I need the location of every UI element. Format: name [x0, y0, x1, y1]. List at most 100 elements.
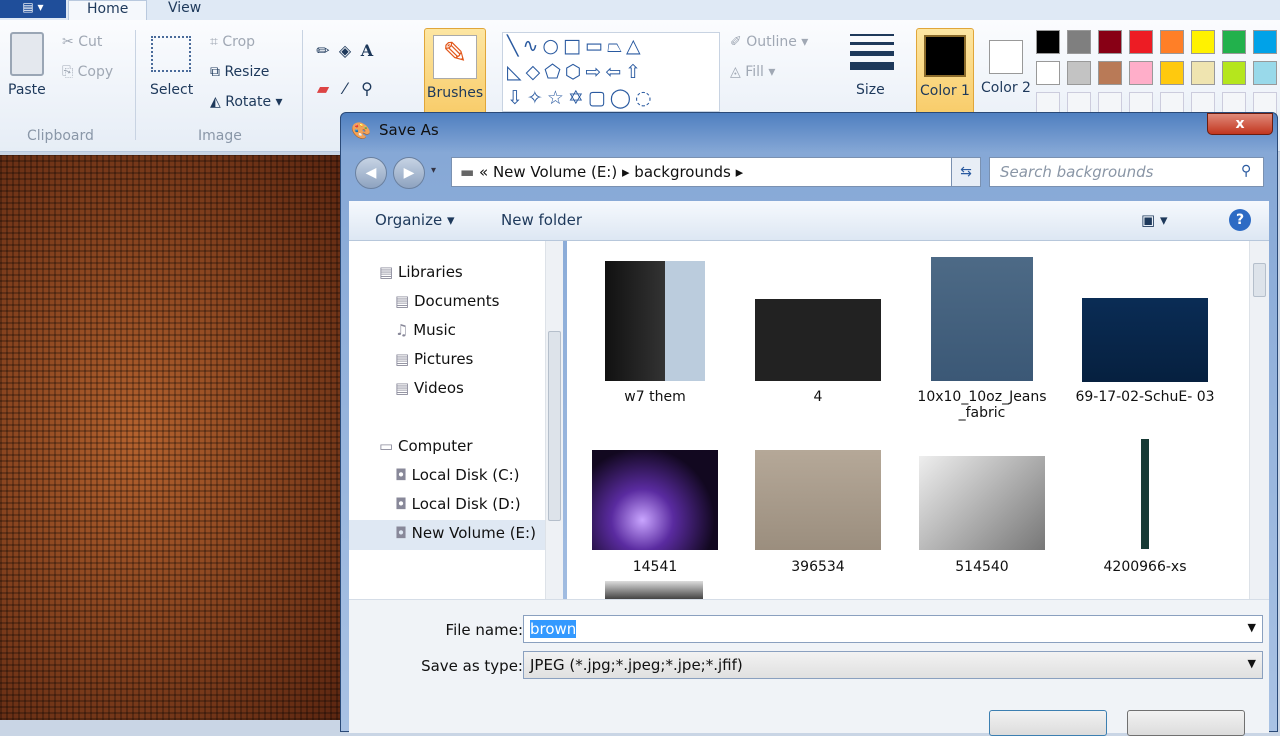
palette-color-swatch[interactable]	[1129, 61, 1153, 85]
rotate-button[interactable]: ◭ Rotate ▾	[210, 94, 283, 110]
image-thumbnail[interactable]	[755, 299, 881, 381]
close-button[interactable]: x	[1207, 113, 1273, 135]
nav-scrollbar[interactable]	[545, 241, 563, 599]
image-thumbnail[interactable]	[592, 450, 718, 550]
save-button[interactable]	[989, 710, 1107, 736]
cut-button[interactable]: ✂ Cut	[62, 34, 102, 50]
file-list-scrollbar[interactable]	[1249, 241, 1269, 599]
tab-home[interactable]: Home	[68, 0, 148, 20]
file-name-label[interactable]: 10x10_10oz_Jeans _fabric	[907, 389, 1057, 421]
select-icon	[151, 36, 191, 72]
nav-computer[interactable]: ▭ Computer	[379, 437, 473, 455]
nav-music[interactable]: ♫ Music	[395, 321, 456, 339]
image-thumbnail[interactable]	[755, 450, 881, 550]
palette-color-swatch[interactable]	[1067, 61, 1091, 85]
nav-videos[interactable]: ▤ Videos	[395, 379, 464, 397]
scrollbar-thumb[interactable]	[1253, 263, 1266, 297]
image-thumbnail[interactable]	[1082, 298, 1208, 382]
text-tool-icon[interactable]: A	[356, 40, 378, 62]
palette-color-swatch[interactable]	[1253, 61, 1277, 85]
palette-color-swatch[interactable]	[1067, 30, 1091, 54]
pencil-icon[interactable]: ✏	[312, 40, 334, 62]
forward-button[interactable]: ▶	[393, 157, 425, 189]
recent-pages-dropdown[interactable]: ▾	[431, 165, 436, 176]
paint-app-icon: 🎨	[351, 121, 371, 140]
refresh-button[interactable]: ⇆	[951, 157, 981, 187]
search-input[interactable]: Search backgrounds	[989, 157, 1264, 187]
fill-bucket-icon[interactable]: ◈	[334, 40, 356, 62]
save-type-select[interactable]: JPEG (*.jpg;*.jpeg;*.jpe;*.jfif) ▼	[523, 651, 1263, 679]
file-name-label[interactable]: 14541	[580, 559, 730, 575]
rotate-icon: ◭	[210, 94, 221, 110]
breadcrumb-folder[interactable]: backgrounds	[634, 163, 731, 181]
paint-menu-button[interactable]: ▤ ▾	[0, 0, 66, 18]
brushes-label: Brushes	[426, 85, 484, 101]
resize-icon: ⧉	[210, 64, 220, 80]
shapes-gallery[interactable]: ╲∿○□▭⏢△ ◺◇⬠⬡⇨⇦⇧ ⇩✧☆✡▢◯◌	[502, 32, 720, 112]
nav-libraries[interactable]: ▤ Libraries	[379, 263, 463, 281]
magnifier-icon[interactable]: ⚲	[356, 78, 378, 100]
palette-color-swatch[interactable]	[1036, 61, 1060, 85]
drive-icon: ◘	[395, 466, 407, 484]
file-name-label[interactable]: 396534	[743, 559, 893, 575]
file-name-label[interactable]: 4200966-xs	[1070, 559, 1220, 575]
palette-color-swatch[interactable]	[1222, 30, 1246, 54]
save-type-dropdown[interactable]: ▼	[1248, 657, 1256, 670]
nav-documents[interactable]: ▤ Documents	[395, 292, 500, 310]
palette-color-swatch[interactable]	[1098, 61, 1122, 85]
back-button[interactable]: ◀	[355, 157, 387, 189]
help-icon[interactable]: ?	[1229, 209, 1251, 231]
outline-button[interactable]: ✐ Outline ▾	[730, 34, 808, 50]
nav-drive-d[interactable]: ◘ Local Disk (D:)	[395, 495, 521, 513]
copy-button[interactable]: ⎘ Copy	[62, 64, 113, 80]
image-thumbnail[interactable]	[919, 456, 1045, 550]
palette-color-swatch[interactable]	[1191, 61, 1215, 85]
file-name-label[interactable]: 69-17-02-SchuE- 03	[1070, 389, 1220, 405]
palette-color-swatch[interactable]	[1098, 30, 1122, 54]
color-picker-icon[interactable]: ⁄	[334, 78, 356, 100]
palette-color-swatch[interactable]	[1222, 61, 1246, 85]
file-name-label: File name:	[445, 621, 523, 639]
cancel-button[interactable]	[1127, 710, 1245, 736]
paint-canvas[interactable]	[0, 155, 345, 720]
palette-color-swatch[interactable]	[1160, 61, 1184, 85]
select-button[interactable]: Select	[150, 82, 193, 98]
file-name-dropdown[interactable]: ▼	[1248, 621, 1256, 634]
nav-drive-c[interactable]: ◘ Local Disk (C:)	[395, 466, 520, 484]
new-folder-button[interactable]: New folder	[501, 211, 582, 229]
folder-icon[interactable]	[605, 261, 705, 381]
image-thumbnail[interactable]	[1141, 439, 1149, 549]
nav-label: Computer	[397, 437, 473, 455]
file-name-label[interactable]: 514540	[907, 559, 1057, 575]
nav-drive-e[interactable]: ◘ New Volume (E:)	[349, 520, 545, 550]
file-list: w7 them 4 10x10_10oz_Jeans _fabric 69-17-02…	[567, 241, 1251, 599]
pictures-icon: ▤	[395, 350, 410, 368]
palette-color-swatch[interactable]	[1253, 30, 1277, 54]
resize-button[interactable]: ⧉ Resize	[210, 64, 269, 80]
image-thumbnail[interactable]	[931, 257, 1033, 381]
divider	[302, 30, 303, 140]
palette-color-swatch[interactable]	[1129, 30, 1153, 54]
eraser-icon[interactable]: ▰	[312, 78, 334, 100]
view-options-button[interactable]: ▣ ▾	[1141, 211, 1168, 229]
file-name-label[interactable]: w7 them	[580, 389, 730, 405]
paste-button[interactable]: Paste	[8, 82, 46, 98]
crop-button[interactable]: ⌗ Crop	[210, 34, 255, 50]
paste-icon	[10, 32, 44, 76]
address-overflow[interactable]: «	[479, 163, 488, 181]
breadcrumb-root[interactable]: New Volume (E:)	[493, 163, 617, 181]
organize-button[interactable]: Organize ▾	[375, 211, 455, 229]
fill-button[interactable]: ◬ Fill ▾	[730, 64, 775, 80]
image-thumbnail[interactable]	[605, 581, 703, 599]
file-name-label[interactable]: 4	[743, 389, 893, 405]
address-bar[interactable]: ▬ « New Volume (E:) ▸ backgrounds ▸ ▼	[451, 157, 981, 187]
tab-view[interactable]: View	[150, 0, 219, 20]
size-button[interactable]: Size	[856, 82, 885, 98]
palette-color-swatch[interactable]	[1036, 30, 1060, 54]
file-name-input[interactable]: brown ▼	[523, 615, 1263, 643]
palette-color-swatch[interactable]	[1191, 30, 1215, 54]
nav-pictures[interactable]: ▤ Pictures	[395, 350, 473, 368]
palette-color-swatch[interactable]	[1160, 30, 1184, 54]
drive-icon: ◘	[395, 524, 407, 542]
resize-label: Resize	[224, 64, 270, 80]
